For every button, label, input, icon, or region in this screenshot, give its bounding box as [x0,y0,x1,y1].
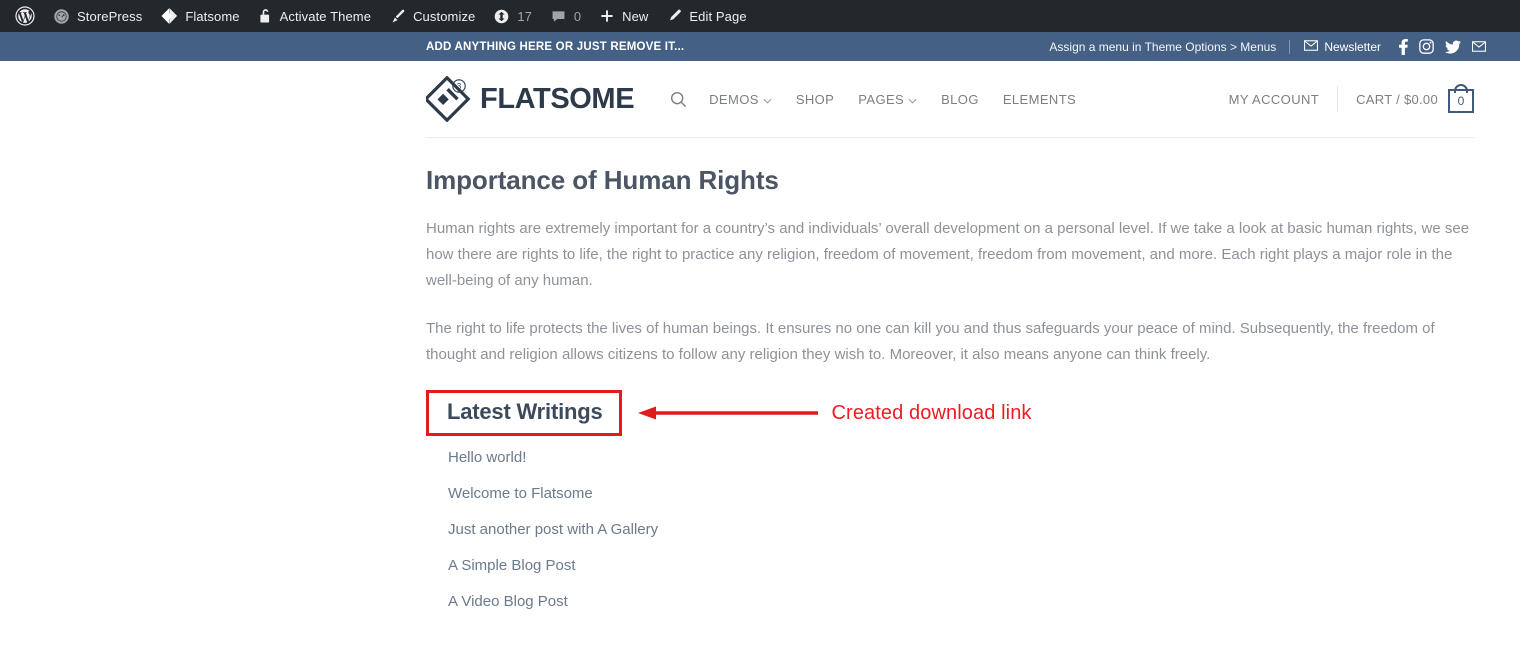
header-right-group: MY ACCOUNT CART / $0.00 0 [1229,84,1474,113]
facebook-icon[interactable] [1399,38,1408,55]
flatsome-logo-icon [160,7,178,25]
search-icon[interactable] [666,79,697,119]
newsletter-label: Newsletter [1324,39,1381,54]
admin-bar-item-wordpress[interactable] [6,0,44,32]
body-paragraph-2: The right to life protects the lives of … [426,320,1435,363]
main-navigation: DEMOS SHOP PAGES BLOG ELEMENTS [666,79,1088,119]
admin-bar-item-edit-page[interactable]: Edit Page [657,0,755,32]
nav-item-demos[interactable]: DEMOS [697,79,784,119]
nav-label-blog: BLOG [941,91,979,107]
wp-admin-bar: StorePress Flatsome Activate Theme Custo… [0,0,1520,32]
annotation-arrow-icon [630,403,820,423]
shopping-bag-icon: 0 [1448,84,1474,113]
comments-count: 0 [573,8,582,24]
wordpress-logo-icon [15,6,35,26]
pencil-icon [666,8,682,24]
latest-writings-row: Latest Writings Created download link [426,390,1474,436]
admin-bar-label-customize: Customize [413,8,476,24]
nav-label-pages: PAGES [858,91,905,107]
comment-bubble-icon [550,8,567,25]
site-top-bar: ADD ANYTHING HERE OR JUST REMOVE IT... A… [0,32,1520,61]
logo-text: FLATSOME [480,82,635,115]
page-title: Importance of Human Rights [426,165,779,195]
updates-count: 17 [517,8,532,24]
nav-label-demos: DEMOS [709,91,759,107]
admin-bar-item-new[interactable]: New [590,0,657,32]
admin-bar-label-new: New [622,8,649,24]
assign-menu-notice[interactable]: Assign a menu in Theme Options > Menus [1038,40,1287,54]
top-bar-right-group: Assign a menu in Theme Options > Menus N… [1038,38,1486,55]
twitter-icon[interactable] [1445,40,1461,54]
envelope-icon [1304,39,1319,54]
list-item[interactable]: Just another post with A Gallery [448,522,1474,558]
annotation-text: Created download link [831,401,1032,424]
admin-bar-item-updates[interactable]: 17 [484,0,540,32]
chevron-down-icon [908,92,917,107]
newsletter-link[interactable]: Newsletter [1292,40,1393,54]
admin-bar-item-flatsome[interactable]: Flatsome [151,0,248,32]
nav-item-elements[interactable]: ELEMENTS [991,79,1088,119]
nav-label-shop: SHOP [795,91,835,107]
admin-bar-item-comments[interactable]: 0 [541,0,590,32]
dashboard-site-icon [53,8,70,25]
latest-writings-highlight-box: Latest Writings [426,390,622,436]
bag-handle [1454,84,1468,93]
admin-bar-label-edit-page: Edit Page [689,8,747,24]
social-icon-group [1393,38,1486,55]
admin-bar-label-flatsome: Flatsome [185,8,240,24]
list-item[interactable]: A Video Blog Post [448,594,1474,630]
my-account-link[interactable]: MY ACCOUNT [1229,92,1337,107]
site-header-inner: 3 FLATSOME DEMOS SHOP PAGES BLOG ELEMENT… [423,61,1474,137]
top-bar-divider [1289,39,1291,54]
top-bar-message: ADD ANYTHING HERE OR JUST REMOVE IT... [426,40,685,53]
email-icon[interactable] [1472,41,1486,52]
paintbrush-icon [389,8,406,25]
admin-bar-item-storepress[interactable]: StorePress [44,0,151,32]
chevron-down-icon [763,92,772,107]
svg-text:3: 3 [457,82,462,91]
latest-writings-list: Hello world! Welcome to Flatsome Just an… [426,450,1474,630]
body-paragraph-1: Human rights are extremely important for… [426,220,1470,289]
nav-item-blog[interactable]: BLOG [929,79,991,119]
instagram-icon[interactable] [1419,39,1434,54]
page-content-inner: Importance of Human Rights Human rights … [426,137,1474,630]
admin-bar-label-activate-theme: Activate Theme [279,8,372,24]
list-item[interactable]: Welcome to Flatsome [448,486,1474,522]
nav-label-elements: ELEMENTS [1002,91,1077,107]
site-header: 3 FLATSOME DEMOS SHOP PAGES BLOG ELEMENT… [0,61,1520,138]
page-content: Importance of Human Rights Human rights … [0,137,1520,630]
cart-link[interactable]: CART / $0.00 0 [1338,84,1474,113]
list-item[interactable]: A Simple Blog Post [448,558,1474,594]
unlock-icon [258,8,273,25]
nav-item-pages[interactable]: PAGES [846,79,929,119]
update-arrows-icon [493,8,510,25]
latest-writings-heading[interactable]: Latest Writings [447,401,603,423]
cart-label: CART / $0.00 [1356,91,1438,107]
nav-item-shop[interactable]: SHOP [784,79,846,119]
admin-bar-item-activate-theme[interactable]: Activate Theme [249,0,380,32]
list-item[interactable]: Hello world! [448,450,1474,486]
site-logo[interactable]: 3 FLATSOME [423,75,635,123]
plus-icon [599,8,615,24]
flatsome-diamond-logo-icon: 3 [423,75,472,123]
admin-bar-item-customize[interactable]: Customize [380,0,484,32]
admin-bar-label-storepress: StorePress [77,8,143,24]
